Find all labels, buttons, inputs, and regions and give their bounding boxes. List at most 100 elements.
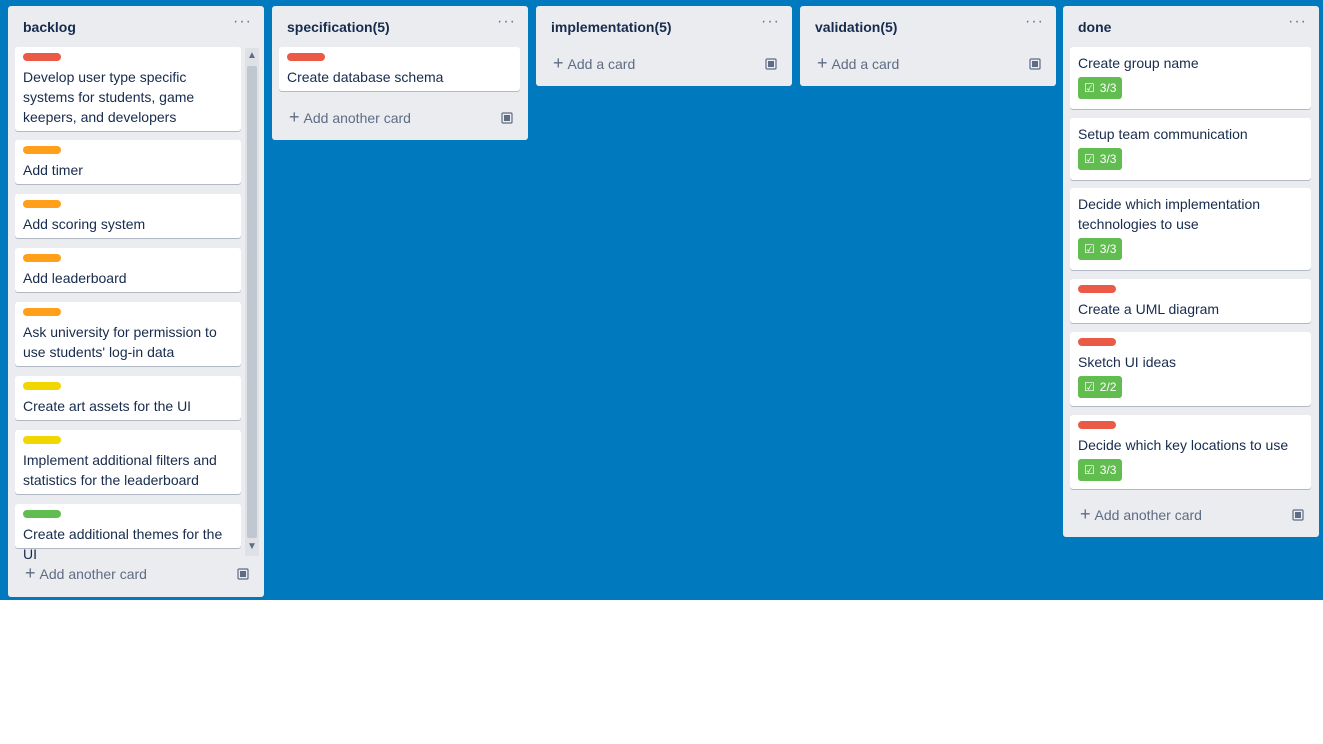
- card[interactable]: Create database schema: [279, 47, 520, 91]
- checklist-icon: ☑: [1084, 380, 1095, 394]
- card-title: Create group name: [1078, 55, 1199, 71]
- more-menu-icon[interactable]: ···: [1288, 14, 1307, 30]
- card[interactable]: Implement additional filters and statist…: [15, 430, 241, 494]
- more-menu-icon[interactable]: ···: [497, 14, 516, 30]
- card[interactable]: Add scoring system: [15, 194, 241, 238]
- card-title: Implement additional filters and statist…: [23, 452, 217, 488]
- card[interactable]: Create group name ☑ 3/3: [1070, 47, 1311, 109]
- scroll-up-icon[interactable]: ▲: [245, 50, 259, 61]
- card-template-icon[interactable]: [501, 112, 513, 124]
- checklist-badge: ☑ 3/3: [1078, 238, 1123, 260]
- scroll-down-icon[interactable]: ▼: [245, 541, 259, 552]
- card[interactable]: Create art assets for the UI: [15, 376, 241, 420]
- board: backlog ··· Develop user type specific s…: [0, 0, 1323, 600]
- list-title[interactable]: done: [1078, 19, 1111, 35]
- card-title: Create a UML diagram: [1078, 301, 1220, 317]
- card[interactable]: Create a UML diagram: [1070, 279, 1311, 323]
- list-done: done ··· Create group name ☑ 3/3 Setup te…: [1063, 6, 1319, 537]
- add-card-button[interactable]: + Add another card: [1080, 504, 1202, 524]
- plus-icon: +: [817, 53, 828, 73]
- card[interactable]: Add timer: [15, 140, 241, 184]
- checklist-icon: ☑: [1084, 242, 1095, 256]
- list-specification: specification(5) ··· Create database sch…: [272, 6, 528, 140]
- add-card-button[interactable]: + Add a card: [553, 53, 636, 73]
- list-header: implementation(5) ···: [536, 6, 792, 46]
- plus-icon: +: [553, 53, 564, 73]
- checklist-icon: ☑: [1084, 463, 1095, 477]
- card-title: Create additional themes for the UI: [23, 526, 223, 562]
- checklist-badge: ☑ 3/3: [1078, 459, 1123, 481]
- card-label[interactable]: [23, 146, 61, 154]
- plus-icon: +: [1080, 504, 1091, 524]
- card[interactable]: Create additional themes for the UI: [15, 504, 241, 562]
- card[interactable]: Ask university for permission to use stu…: [15, 302, 241, 366]
- card-template-icon[interactable]: [1292, 509, 1304, 521]
- more-menu-icon[interactable]: ···: [233, 14, 252, 30]
- card-label[interactable]: [23, 53, 61, 61]
- card[interactable]: Add leaderboard: [15, 248, 241, 292]
- list-header: backlog ···: [8, 6, 264, 46]
- card-title: Add leaderboard: [23, 270, 127, 286]
- list-header: specification(5) ···: [272, 6, 528, 46]
- card-title: Ask university for permission to use stu…: [23, 324, 217, 360]
- card-title: Develop user type specific systems for s…: [23, 69, 195, 125]
- card[interactable]: Develop user type specific systems for s…: [15, 47, 241, 131]
- checklist-icon: ☑: [1084, 152, 1095, 166]
- list-title[interactable]: validation(5): [815, 19, 897, 35]
- list-title[interactable]: specification(5): [287, 19, 390, 35]
- add-card-button[interactable]: + Add another card: [289, 107, 411, 127]
- card-label[interactable]: [1078, 421, 1116, 429]
- list-header: done ···: [1063, 6, 1319, 46]
- card-label[interactable]: [23, 382, 61, 390]
- card-template-icon[interactable]: [765, 58, 777, 70]
- card-label[interactable]: [1078, 285, 1116, 293]
- card-label[interactable]: [23, 200, 61, 208]
- list-implementation: implementation(5) ··· + Add a card: [536, 6, 792, 86]
- list-backlog: backlog ··· Develop user type specific s…: [8, 6, 264, 597]
- card[interactable]: Setup team communication ☑ 3/3: [1070, 118, 1311, 180]
- card-label[interactable]: [1078, 338, 1116, 346]
- card-label[interactable]: [23, 308, 61, 316]
- add-card-label: Add another card: [39, 566, 147, 582]
- list-validation: validation(5) ··· + Add a card: [800, 6, 1056, 86]
- card-title: Create database schema: [287, 69, 444, 85]
- list-scrollbar[interactable]: ▲ ▼: [245, 48, 259, 556]
- card-title: Add timer: [23, 162, 83, 178]
- card-title: Decide which key locations to use: [1078, 437, 1289, 453]
- card-title: Add scoring system: [23, 216, 146, 232]
- card-label[interactable]: [23, 436, 61, 444]
- card-label[interactable]: [287, 53, 325, 61]
- checklist-count: 3/3: [1099, 242, 1117, 256]
- list-title[interactable]: backlog: [23, 19, 76, 35]
- more-menu-icon[interactable]: ···: [1025, 14, 1044, 30]
- checklist-badge: ☑ 2/2: [1078, 376, 1123, 398]
- checklist-count: 3/3: [1099, 152, 1117, 166]
- checklist-icon: ☑: [1084, 81, 1095, 95]
- card-label[interactable]: [23, 254, 61, 262]
- add-card-label: Add another card: [303, 110, 411, 126]
- card[interactable]: Sketch UI ideas ☑ 2/2: [1070, 332, 1311, 406]
- card-template-icon[interactable]: [237, 568, 249, 580]
- checklist-count: 3/3: [1099, 81, 1117, 95]
- plus-icon: +: [289, 107, 300, 127]
- add-card-label: Add a card: [831, 56, 900, 72]
- more-menu-icon[interactable]: ···: [761, 14, 780, 30]
- add-card-label: Add a card: [567, 56, 636, 72]
- card[interactable]: Decide which key locations to use ☑ 3/3: [1070, 415, 1311, 489]
- scroll-thumb[interactable]: [247, 66, 257, 538]
- list-title[interactable]: implementation(5): [551, 19, 672, 35]
- card-label[interactable]: [23, 510, 61, 518]
- add-card-button[interactable]: + Add another card: [25, 563, 147, 583]
- card-template-icon[interactable]: [1029, 58, 1041, 70]
- checklist-badge: ☑ 3/3: [1078, 77, 1123, 99]
- list-header: validation(5) ···: [800, 6, 1056, 46]
- plus-icon: +: [25, 563, 36, 583]
- add-card-button[interactable]: + Add a card: [817, 53, 900, 73]
- add-card-label: Add another card: [1094, 507, 1202, 523]
- card-title: Setup team communication: [1078, 126, 1248, 142]
- card-title: Create art assets for the UI: [23, 398, 192, 414]
- checklist-count: 3/3: [1099, 463, 1117, 477]
- card[interactable]: Decide which implementation technologies…: [1070, 188, 1311, 270]
- card-title: Sketch UI ideas: [1078, 354, 1177, 370]
- card-title: Decide which implementation technologies…: [1078, 196, 1261, 232]
